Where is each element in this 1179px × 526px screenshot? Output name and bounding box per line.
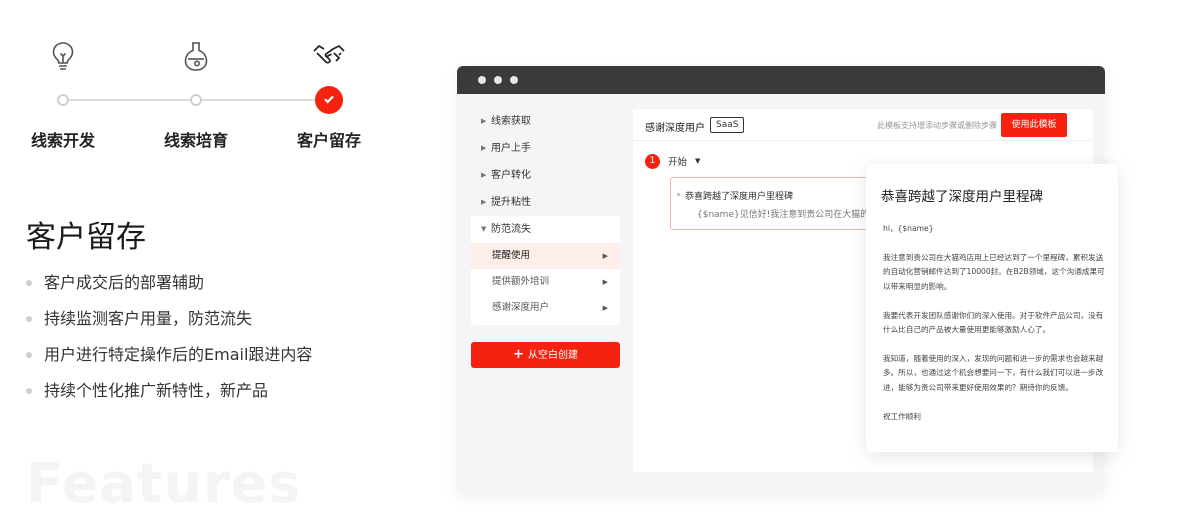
editor-header: 感谢深度用户 SaaS 此模板支持增添动步骤或删除步骤 使用此模板 [633,109,1093,141]
window-titlebar [457,66,1105,94]
email-paragraph: 我知道，随着使用的深入，发现的问题和进一步的需求也会越来越多。所以，也通过这个机… [883,354,1104,392]
step-dot-retention-active [315,86,343,114]
email-preview-popup: 恭喜跨越了深度用户里程碑 hi，{$name} 我注意到贵公司在大猫鸡店用上已经… [866,164,1118,452]
template-title: 感谢深度用户 [645,123,705,134]
email-preview-title: 恭喜跨越了深度用户里程碑 [881,189,1043,205]
sidebar-item-churn-prevention[interactable]: ▼ 防范流失 [471,216,620,243]
flow-start-node[interactable]: 1 开始 ▼ [645,153,700,169]
steps-connector-line [63,99,315,101]
lightbulb-icon [45,38,81,74]
use-template-button[interactable]: 使用此模板 [1001,113,1067,137]
check-icon [322,91,336,110]
template-hint: 此模板支持增添动步骤或删除步骤 [877,121,997,130]
email-preview-body: hi，{$name} 我注意到贵公司在大猫鸡店用上已经达到了一个里程碑，累积发送… [883,222,1105,439]
email-paragraph: 我注意到贵公司在大猫鸡店用上已经达到了一个里程碑，累积发送的自动化营销邮件达到了… [883,253,1105,291]
sidebar-subitem-label: 提醒使用 [492,250,531,261]
window-dot [478,76,486,84]
feature-bullet: 持续监测客户用量，防范流失 [24,306,312,342]
caret-right-icon: ▶ [481,171,487,179]
chevron-right-icon: ▶ [602,252,608,260]
start-label: 开始 [668,157,688,168]
create-button-label: 从空白创建 [527,350,578,361]
email-card-preview: {$name}见信好!我注意到贵公司在大猫的 [697,210,870,220]
email-paragraph: hi，{$name} [883,224,934,233]
step-dot-lead-nurture [190,94,202,106]
sidebar-subitem-usage-reminder[interactable]: 提醒使用 ▶ [471,243,620,269]
sidebar-item-onboarding[interactable]: ▶ 用户上手 [471,135,620,162]
email-step-card[interactable]: 恭喜跨越了深度用户里程碑 {$name}见信好!我注意到贵公司在大猫的 [670,177,870,230]
sidebar-item-lead-acquisition[interactable]: ▶ 线索获取 [471,108,620,135]
caret-right-icon: ▶ [481,117,487,125]
saas-tag: SaaS [710,117,745,133]
caret-right-icon: ▶ [481,198,487,206]
sidebar-subitem-label: 提供额外培训 [492,276,550,287]
sidebar-subitem-label: 感谢深度用户 [492,302,550,313]
window-dot [510,76,518,84]
sidebar-item-label: 线索获取 [491,116,531,127]
caret-down-icon: ▼ [481,225,487,233]
sidebar-item-engagement[interactable]: ▶ 提升粘性 [471,189,620,216]
window-dot [494,76,502,84]
step-label-retention[interactable]: 客户留存 [269,127,389,151]
feature-bullet: 持续个性化推广新特性，新产品 [24,378,312,414]
chevron-right-icon: ▶ [602,278,608,286]
caret-right-icon: ▶ [481,144,487,152]
handshake-icon [311,38,347,74]
features-watermark: Features [26,452,302,515]
journey-steps: 线索开发 线索培育 客户留存 [0,0,400,160]
plus-icon: + [513,347,524,362]
email-card-title: 恭喜跨越了深度用户里程碑 [676,189,793,202]
step-dot-lead-dev [57,94,69,106]
sidebar-item-label: 客户转化 [491,170,531,181]
email-paragraph: 祝工作顺利 [883,411,921,421]
sidebar-item-conversion[interactable]: ▶ 客户转化 [471,162,620,189]
sidebar-group-churn-prevention: ▼ 防范流失 提醒使用 ▶ 提供额外培训 ▶ 感谢深度用户 ▶ [471,216,620,325]
create-from-blank-button[interactable]: + 从空白创建 [471,342,620,368]
step-label-lead-nurture[interactable]: 线索培育 [136,127,256,151]
sidebar-subitem-thank-power-users[interactable]: 感谢深度用户 ▶ [471,295,620,321]
email-paragraph: 我要代表开发团队感谢你们的深入使用。对于软件产品公司，没有什么比自己的产品被大量… [883,310,1104,335]
step-number-badge: 1 [645,153,660,169]
feature-bullet-list: 客户成交后的部署辅助 持续监测客户用量，防范流失 用户进行特定操作后的Email… [24,270,312,414]
feature-bullet: 客户成交后的部署辅助 [24,270,312,306]
sidebar-item-label: 提升粘性 [491,197,531,208]
chevron-right-icon: ▶ [602,304,608,312]
feature-bullet: 用户进行特定操作后的Email跟进内容 [24,342,312,378]
flask-icon [178,38,214,74]
sidebar-subitem-extra-training[interactable]: 提供额外培训 ▶ [471,269,620,295]
sidebar-item-label: 防范流失 [491,224,531,235]
feature-title: 客户留存 [26,220,146,255]
caret-down-icon[interactable]: ▼ [695,157,700,165]
step-label-lead-dev[interactable]: 线索开发 [3,127,123,151]
sidebar-item-label: 用户上手 [491,143,531,154]
template-sidebar: ▶ 线索获取 ▶ 用户上手 ▶ 客户转化 ▶ 提升粘性 ▼ 防范流失 提醒使用 … [471,108,620,325]
